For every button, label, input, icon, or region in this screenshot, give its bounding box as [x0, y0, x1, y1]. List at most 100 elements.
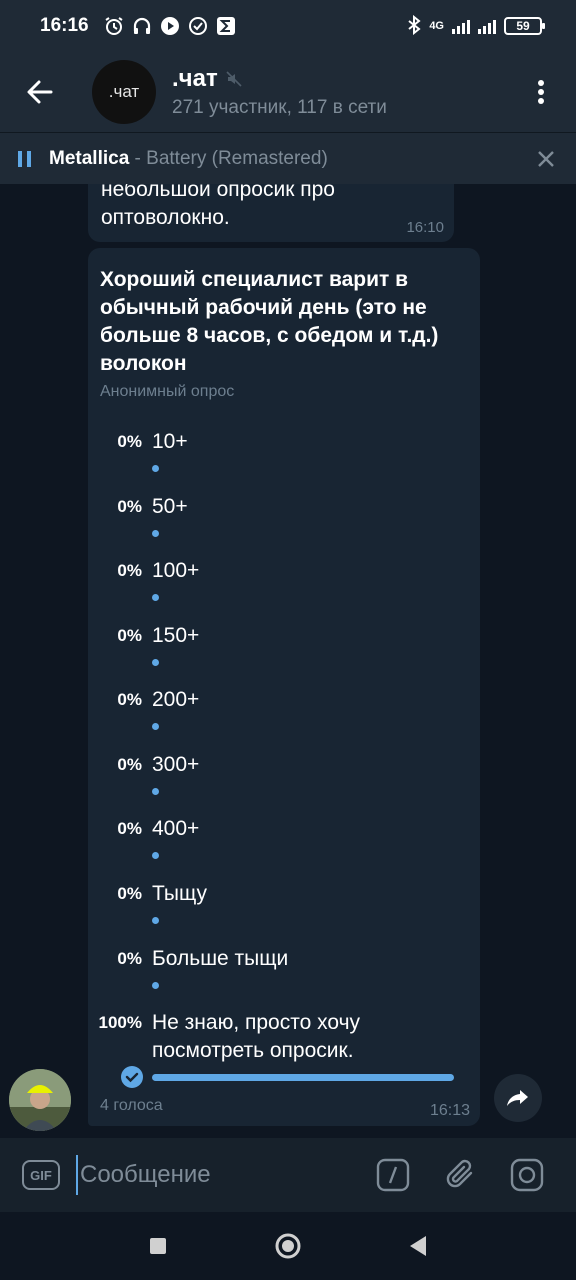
poll-option[interactable]: 0% 150+ [88, 624, 480, 686]
poll-option-bar [152, 659, 159, 666]
poll-time: 16:13 [429, 1102, 470, 1119]
poll-option-text: 300+ [152, 753, 200, 776]
poll-option-bar [152, 1074, 454, 1081]
attach-button[interactable] [440, 1154, 482, 1196]
back-button[interactable] [0, 52, 80, 132]
circle-nav-icon [275, 1233, 301, 1259]
music-close-button[interactable] [516, 133, 576, 185]
pause-icon[interactable] [18, 150, 31, 167]
command-icon [376, 1158, 410, 1192]
avatar[interactable] [9, 1069, 71, 1131]
poll-option[interactable]: 100% Не знаю, просто хочу посмотреть опро… [88, 1011, 480, 1088]
poll-type: Анонимный опрос [100, 383, 235, 400]
poll-option-percent: 100% [98, 1013, 142, 1032]
poll-option[interactable]: 0% 10+ [88, 430, 480, 492]
bot-command-button[interactable] [372, 1154, 414, 1196]
recents-button[interactable] [138, 1226, 178, 1266]
music-artist: Metallica [49, 147, 130, 169]
more-vertical-icon [538, 80, 544, 104]
poll-option-bar [152, 723, 159, 730]
poll-option-percent: 0% [117, 497, 142, 516]
camera-button[interactable] [506, 1154, 548, 1196]
mute-icon [226, 71, 242, 87]
music-track: Battery (Remastered) [146, 147, 328, 169]
poll-option-text: 200+ [152, 688, 200, 711]
poll-option[interactable]: 0% Тыщу [88, 882, 480, 944]
poll-option-text: Не знаю, просто хочу посмотреть опросик. [152, 1011, 361, 1062]
poll-option[interactable]: 0% 200+ [88, 688, 480, 750]
sigma-icon [215, 15, 237, 37]
system-nav-bar [0, 1212, 576, 1280]
signal-icon-2 [478, 18, 496, 34]
triangle-nav-icon [410, 1236, 426, 1256]
bluetooth-icon [407, 14, 421, 38]
poll-option-text: Больше тыщи [152, 947, 289, 970]
more-button[interactable] [506, 52, 576, 132]
chat-title: .чат [172, 65, 218, 92]
poll-option-bar [152, 594, 159, 601]
poll-option-bar [152, 982, 159, 989]
home-button[interactable] [268, 1226, 308, 1266]
chat-info[interactable]: .чат 271 участник, 117 в сети [172, 65, 387, 119]
gif-button[interactable]: GIF [22, 1160, 60, 1190]
poll-option-text: Тыщу [152, 882, 208, 905]
signal-icon [452, 18, 470, 34]
music-separator: - [129, 147, 147, 169]
share-icon [507, 1090, 528, 1106]
share-button[interactable] [494, 1074, 542, 1122]
message-input[interactable] [76, 1155, 366, 1195]
poll-option-text: 10+ [152, 430, 188, 453]
music-info[interactable]: Metallica - Battery (Remastered) [49, 148, 328, 170]
message-time: 16:10 [406, 219, 444, 236]
chat-header: .чат .чат 271 участник, 117 в сети [0, 52, 576, 132]
poll-option-percent: 0% [117, 690, 142, 709]
square-nav-icon [150, 1238, 166, 1254]
camera-icon [510, 1158, 544, 1192]
poll-bubble[interactable]: Хороший специалист варит в обычный рабоч… [88, 248, 480, 1126]
network-type: 4G [429, 20, 444, 32]
check-icon [121, 1066, 143, 1088]
battery-indicator: 59 [504, 17, 545, 35]
poll-option-percent: 0% [117, 949, 142, 968]
message-input-bar: GIF [0, 1138, 576, 1212]
poll-option[interactable]: 0% Больше тыщи [88, 947, 480, 1009]
close-icon [538, 150, 554, 167]
poll-option-percent: 0% [117, 432, 142, 451]
status-right: 4G 59 [407, 14, 545, 38]
chat-title-row: .чат [172, 65, 387, 93]
chat-avatar-text: .чат [108, 82, 140, 101]
message-bubble[interactable]: небольшой опросик про оптоволокно. 16:10 [88, 184, 454, 242]
poll-option-text: 100+ [152, 559, 200, 582]
poll-option[interactable]: 0% 300+ [88, 753, 480, 815]
chat-avatar[interactable]: .чат [92, 60, 156, 124]
back-nav-button[interactable] [398, 1226, 438, 1266]
back-arrow-icon [27, 80, 53, 104]
headphones-icon [131, 15, 153, 37]
poll-option[interactable]: 0% 100+ [88, 559, 480, 621]
poll-option-percent: 0% [117, 561, 142, 580]
poll-option-percent: 0% [117, 884, 142, 903]
music-player-bar[interactable]: Metallica - Battery (Remastered) [0, 132, 576, 184]
paperclip-icon [446, 1159, 473, 1188]
poll-option-bar [152, 917, 159, 924]
poll-option-text: 150+ [152, 624, 200, 647]
alarm-icon [103, 15, 125, 37]
poll-option-percent: 0% [117, 755, 142, 774]
message-text: небольшой опросик про оптоволокно. [101, 184, 335, 229]
poll-option-text: 400+ [152, 817, 200, 840]
poll-option-bar [152, 530, 159, 537]
poll-option-bar [152, 465, 159, 472]
poll-option-bar [152, 852, 159, 859]
status-time: 16:16 [40, 15, 89, 36]
check-circle-icon [187, 15, 209, 37]
poll-question: Хороший специалист варит в обычный рабоч… [100, 268, 439, 375]
chat-messages[interactable]: небольшой опросик про оптоволокно. 16:10… [0, 184, 576, 1138]
poll-option-text: 50+ [152, 495, 188, 518]
battery-level: 59 [516, 19, 530, 33]
poll-votes[interactable]: 4 голоса [100, 1097, 163, 1115]
poll-option[interactable]: 0% 50+ [88, 495, 480, 557]
chat-subtitle: 271 участник, 117 в сети [172, 97, 387, 118]
poll-option-bar [152, 788, 159, 795]
status-bar: 16:16 4G 59 [0, 0, 576, 52]
poll-option[interactable]: 0% 400+ [88, 817, 480, 879]
